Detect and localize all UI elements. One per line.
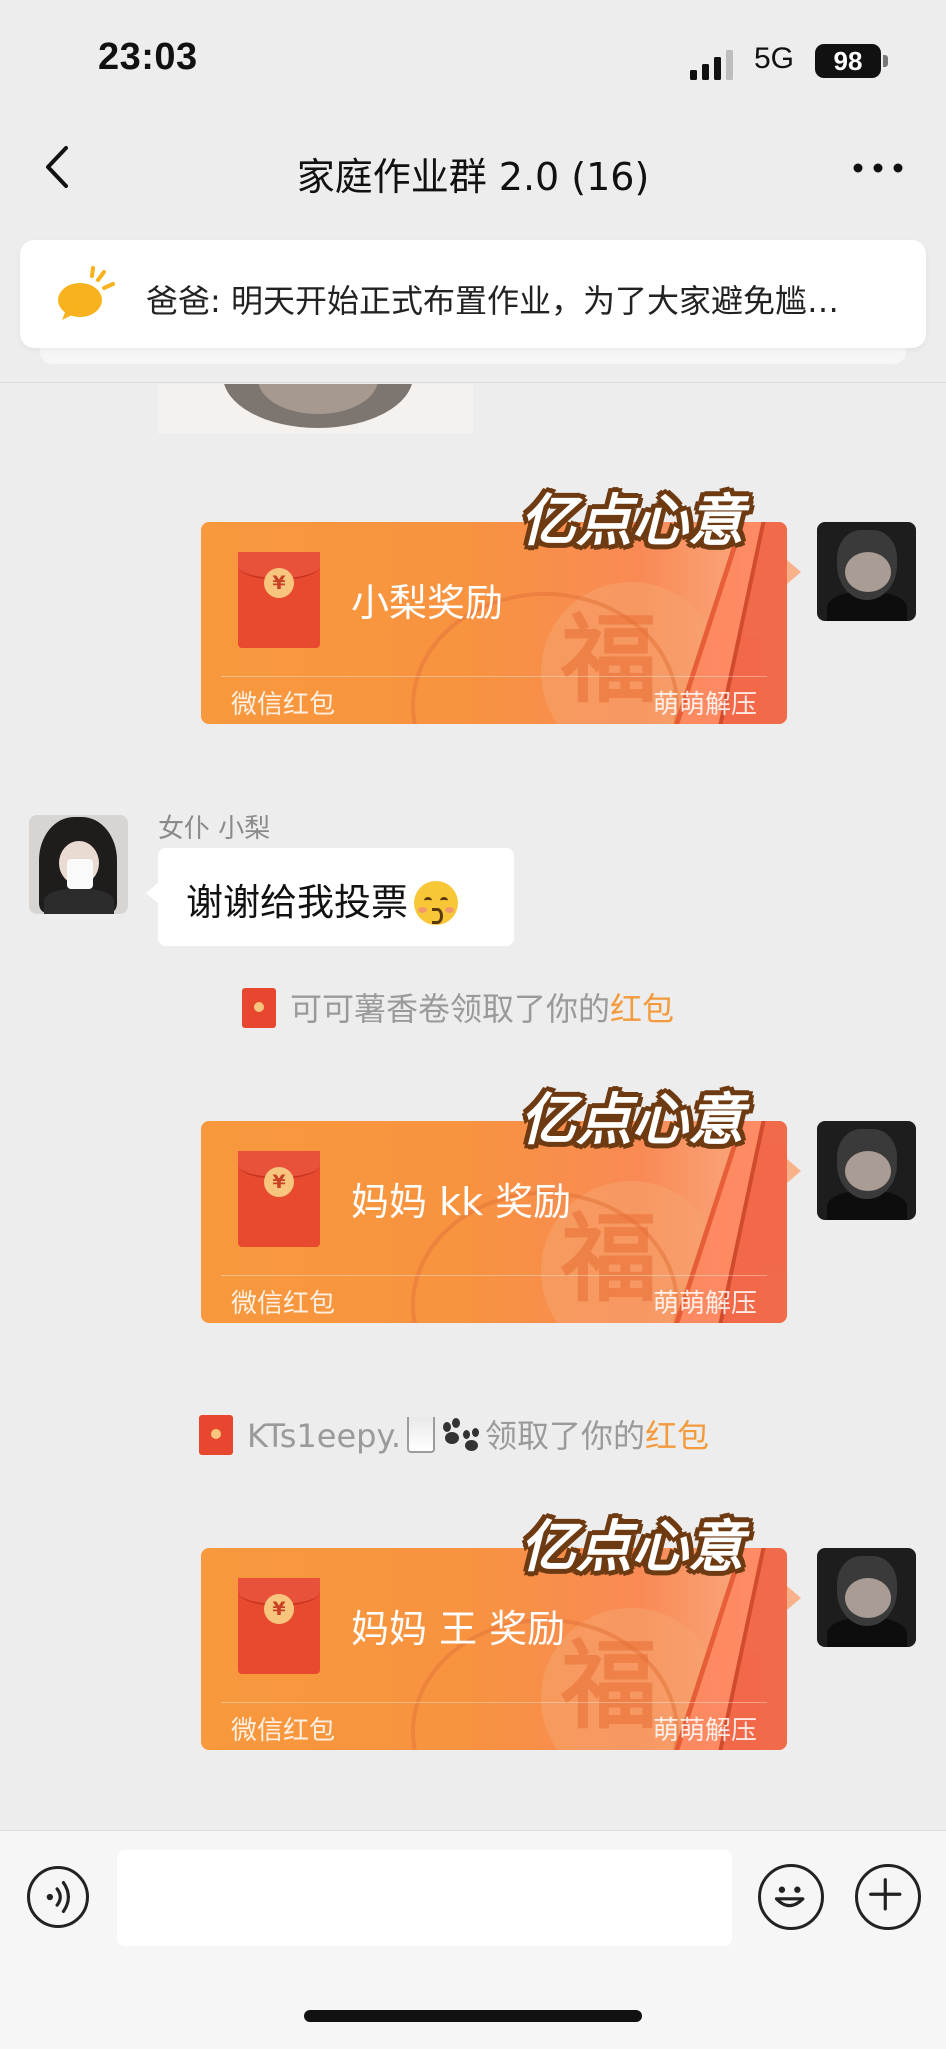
sender-name: 女仆 小梨 — [158, 814, 271, 844]
message-text: 谢谢给我投票 — [186, 881, 408, 924]
divider — [0, 382, 946, 383]
red-packet-label: 妈妈 kk 奖励 — [351, 1180, 572, 1224]
red-packet-theme: 萌萌解压 — [652, 1716, 757, 1746]
red-packet-cover-title: 亿点心意 — [520, 1088, 744, 1153]
red-packet-source: 微信红包 — [231, 1716, 336, 1746]
red-envelope-icon: ¥ — [238, 1151, 320, 1247]
fu-decoration: 福 — [561, 603, 657, 716]
red-envelope-icon — [199, 1415, 233, 1455]
red-packet-cover-title: 亿点心意 — [520, 1515, 744, 1580]
signal-strength-icon — [690, 50, 733, 80]
system-notice: KTs1eepy. 领取了你的红包 — [199, 1411, 709, 1458]
kissing-emoji-icon — [414, 880, 458, 925]
chat-title: 家庭作业群 2.0 (16) — [296, 155, 650, 199]
bubble-tail — [146, 882, 159, 904]
fu-decoration: 福 — [561, 1202, 657, 1315]
red-packet-label: 小梨奖励 — [351, 581, 504, 625]
notice-name: 可可薯香卷 — [290, 990, 451, 1028]
red-packet-theme: 萌萌解压 — [652, 690, 757, 720]
emoji-picker-icon[interactable] — [758, 1864, 824, 1930]
red-packet-theme: 萌萌解压 — [652, 1289, 757, 1319]
red-envelope-icon: ¥ — [238, 1578, 320, 1674]
fu-decoration: 福 — [561, 1629, 657, 1742]
system-notice: 可可薯香卷领取了你的红包 — [242, 984, 674, 1031]
bubble-tail — [787, 560, 801, 584]
red-envelope-icon: ¥ — [238, 552, 320, 648]
notice-action: 领取了你的 — [485, 1417, 646, 1455]
message-input[interactable] — [117, 1850, 732, 1946]
home-indicator[interactable] — [304, 2010, 642, 2022]
voice-input-icon[interactable] — [27, 1866, 89, 1928]
red-envelope-icon — [242, 988, 276, 1028]
paw-prints-icon — [441, 1418, 481, 1452]
red-packet-source: 微信红包 — [231, 690, 336, 720]
red-packet-link[interactable]: 红包 — [645, 1417, 709, 1455]
notice-action: 领取了你的 — [450, 990, 611, 1028]
red-packet-cover-title: 亿点心意 — [520, 489, 744, 554]
bubble-tail — [787, 1586, 801, 1610]
notice-name: KTs1eepy. — [247, 1417, 402, 1455]
network-type: 5G — [754, 42, 795, 75]
red-packet-source: 微信红包 — [231, 1289, 336, 1319]
my-avatar[interactable] — [817, 1121, 916, 1220]
bubble-tail — [787, 1159, 801, 1183]
status-time: 23:03 — [98, 36, 198, 78]
my-avatar[interactable] — [817, 1548, 916, 1647]
battery-tip — [883, 55, 888, 67]
battery-icon: 98 — [815, 44, 881, 78]
red-packet-link[interactable]: 红包 — [610, 990, 674, 1028]
red-packet-label: 妈妈 王 奖励 — [351, 1607, 566, 1651]
milk-glass-icon — [407, 1417, 436, 1453]
more-functions-icon[interactable] — [855, 1864, 921, 1930]
image-message[interactable] — [158, 384, 473, 434]
message-text-line: 谢谢给我投票 — [186, 872, 458, 927]
my-avatar[interactable] — [817, 522, 916, 621]
announcement-icon — [58, 266, 115, 320]
pinned-notice-text: 爸爸: 明天开始正式布置作业，为了大家避免尴… — [146, 282, 839, 320]
sender-avatar[interactable] — [29, 815, 128, 914]
more-icon[interactable] — [850, 150, 906, 186]
